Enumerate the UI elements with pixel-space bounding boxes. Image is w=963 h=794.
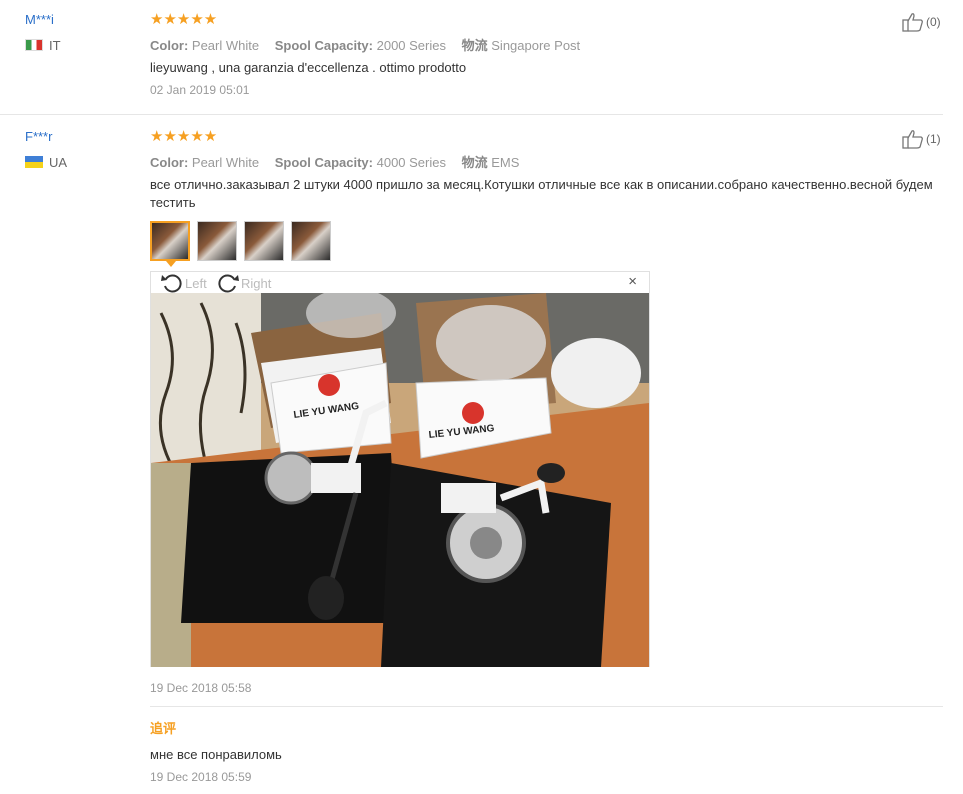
spool-label: Spool Capacity: xyxy=(274,38,373,53)
spool-value: 4000 Series xyxy=(376,155,446,170)
logistics-value: Singapore Post xyxy=(491,38,581,53)
logistics-value: EMS xyxy=(491,155,520,170)
country-code: UA xyxy=(49,155,68,170)
review-item: F***r UA ★★★★★ Color: Pearl White Spool … xyxy=(0,114,943,794)
color-label: Color: xyxy=(150,38,189,53)
color-value: Pearl White xyxy=(191,155,260,170)
rotate-right-button[interactable]: Right xyxy=(217,273,271,293)
color-value: Pearl White xyxy=(191,38,260,53)
logistics-label: 物流 xyxy=(461,38,488,53)
country-code: IT xyxy=(49,38,61,53)
followup-date: 19 Dec 2018 05:59 xyxy=(150,770,252,784)
review-date: 19 Dec 2018 05:58 xyxy=(150,681,252,695)
order-attributes: Color: Pearl White Spool Capacity: 4000 … xyxy=(150,152,531,171)
photo-thumbnail[interactable] xyxy=(150,221,190,267)
color-label: Color: xyxy=(150,155,189,170)
photo-thumbnail[interactable] xyxy=(291,221,331,261)
close-icon[interactable]: × xyxy=(628,273,637,290)
photo-thumbnail[interactable] xyxy=(197,221,237,261)
helpful-button[interactable]: (1) xyxy=(902,129,941,149)
logistics-label: 物流 xyxy=(461,155,488,170)
helpful-button[interactable]: (0) xyxy=(902,12,941,32)
review-text: все отлично.заказывал 2 штуки 4000 пришл… xyxy=(150,177,933,210)
photo-viewer: Left Right × LIE YU WANG LIE YU WANG xyxy=(150,271,650,667)
rotate-left-label: Left xyxy=(185,275,207,291)
review-item: M***i IT ★★★★★ Color: Pearl White Spool … xyxy=(0,0,943,115)
divider xyxy=(150,706,943,707)
reviewer-country: IT xyxy=(25,38,61,53)
italy-flag-icon xyxy=(25,39,43,51)
spool-value: 2000 Series xyxy=(376,38,446,53)
photo-thumbnails xyxy=(150,221,338,267)
ukraine-flag-icon xyxy=(25,156,43,168)
reviewer-name: M***i xyxy=(25,12,54,27)
viewer-toolbar: Left Right × xyxy=(151,272,649,293)
thumbs-up-icon xyxy=(902,13,923,32)
helpful-count: (1) xyxy=(926,132,941,146)
rotate-right-label: Right xyxy=(241,275,272,291)
review-date: 02 Jan 2019 05:01 xyxy=(150,83,250,97)
rotate-left-button[interactable]: Left xyxy=(161,273,207,293)
rotate-left-icon xyxy=(161,274,182,293)
rotate-right-icon xyxy=(218,274,239,293)
order-attributes: Color: Pearl White Spool Capacity: 2000 … xyxy=(150,35,592,54)
thumbs-up-icon xyxy=(902,130,923,149)
reviewer-country: UA xyxy=(25,155,67,170)
followup-text: мне все понравиломь xyxy=(150,747,282,762)
followup-label: 追评 xyxy=(150,721,177,736)
helpful-count: (0) xyxy=(926,15,941,29)
review-photo: LIE YU WANG LIE YU WANG xyxy=(151,293,649,667)
star-rating: ★★★★★ xyxy=(150,11,218,28)
photo-thumbnail[interactable] xyxy=(244,221,284,261)
star-rating: ★★★★★ xyxy=(150,128,218,145)
spool-label: Spool Capacity: xyxy=(274,155,373,170)
reviewer-name: F***r xyxy=(25,129,53,144)
review-text: lieyuwang , una garanzia d'eccellenza . … xyxy=(150,60,467,75)
